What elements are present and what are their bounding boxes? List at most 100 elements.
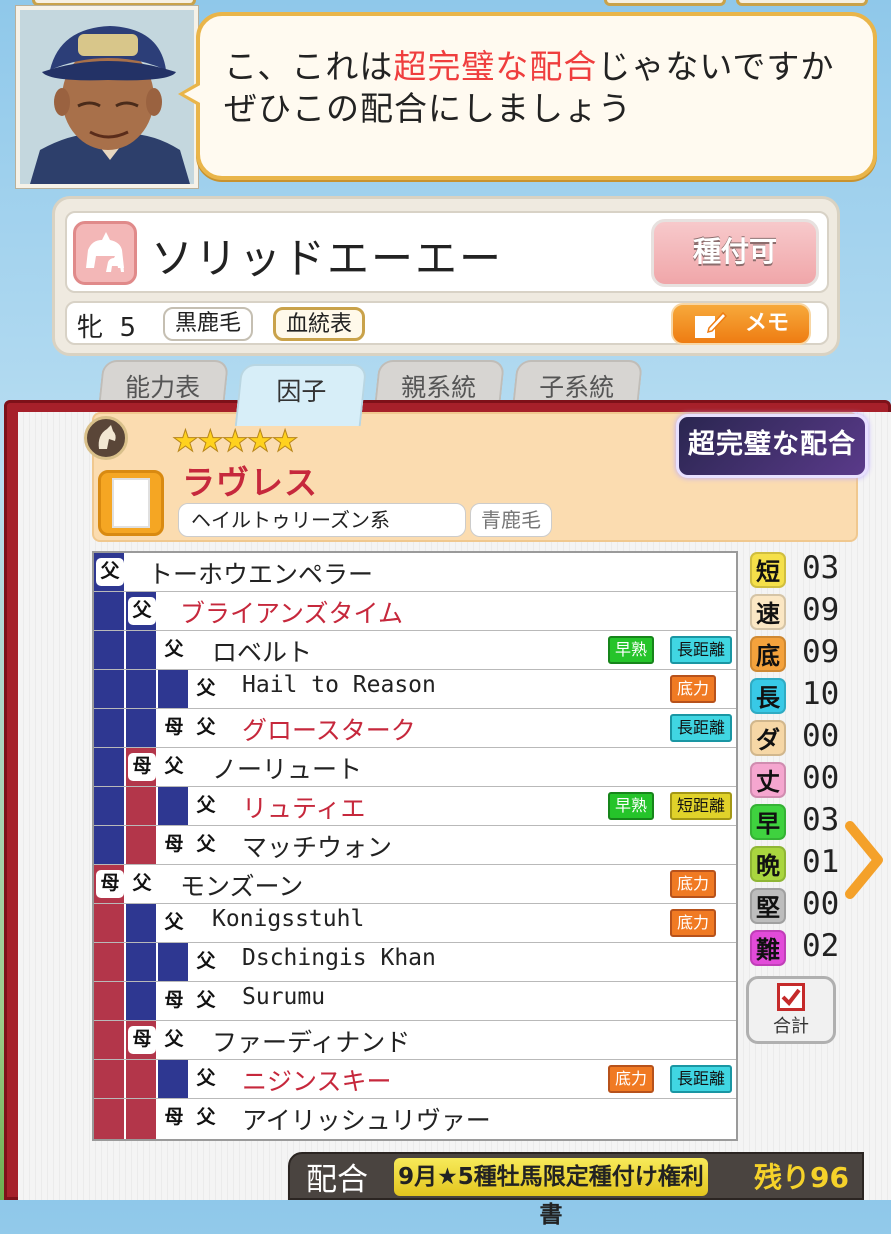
- pedigree-row[interactable]: 父 ニジンスキー 底力 長距離: [94, 1060, 736, 1099]
- stat-value: 02: [802, 928, 840, 964]
- factor-badge: 底力: [608, 1065, 655, 1093]
- horse-name-cell: トーホウエンペラー: [148, 560, 374, 589]
- stat-value: 03: [802, 802, 840, 838]
- factor-badge: 短距離: [670, 792, 733, 820]
- horse-name-cell: Hail to Reason: [242, 672, 436, 698]
- stat-value: 09: [802, 592, 840, 628]
- pedigree-row[interactable]: 母 父 Surumu: [94, 982, 736, 1021]
- horse-sub-info: 牝 5 黒鹿毛 血統表 メモ: [65, 301, 829, 345]
- horse-info-panel: ソリッドエーエー 種付可 牝 5 黒鹿毛 血統表 メモ: [52, 196, 840, 356]
- horse-name-cell: アイリッシュリヴァー: [242, 1106, 491, 1135]
- pedigree-row[interactable]: 母 父 ノーリュート: [94, 748, 736, 787]
- factor-badge: 早熟: [608, 792, 655, 820]
- sire-coat: 青鹿毛: [470, 503, 552, 537]
- sire-name: ラヴレス: [182, 463, 318, 502]
- pedigree-row[interactable]: 父 リュティエ 早熟 短距離: [94, 787, 736, 826]
- stat-value: 00: [802, 718, 840, 754]
- stat-label: 堅: [750, 888, 786, 924]
- horse-name-cell: マッチウォン: [242, 833, 393, 862]
- factor-badge: 長距離: [670, 636, 733, 664]
- horse-name-cell: Surumu: [242, 984, 326, 1010]
- pedigree-table: 父 トーホウエンペラー 父 ブライアンズタイム 父 ロベルト 早熟 長距離 父 …: [92, 551, 738, 1141]
- memo-pencil-icon: [695, 311, 727, 338]
- mother-mark: 母: [128, 1026, 156, 1054]
- stat-label: 長: [750, 678, 786, 714]
- speech-highlight: 超完璧な配合: [393, 47, 598, 86]
- mare-foal-icon: [73, 221, 137, 285]
- mother-mark: 母: [160, 714, 188, 742]
- horse-coat: 黒鹿毛: [163, 307, 254, 341]
- memo-button[interactable]: メモ: [671, 303, 811, 345]
- pedigree-row[interactable]: 母 父 アイリッシュリヴァー: [94, 1099, 736, 1138]
- stat-value: 10: [802, 676, 840, 712]
- horse-sex-age: 牝 5: [77, 313, 137, 343]
- father-mark: 父: [192, 792, 220, 820]
- sire-line: ヘイルトゥリーズン系: [178, 503, 466, 537]
- mother-mark: 母: [160, 831, 188, 859]
- horse-name-cell: ブライアンズタイム: [180, 599, 404, 628]
- horse-name-cell: Konigsstuhl: [212, 906, 365, 932]
- mother-mark: 母: [160, 1104, 188, 1132]
- speech-line-1: こ、これは超完璧な配合じゃないですか: [224, 47, 835, 86]
- remaining-count: 残り96: [754, 1161, 849, 1194]
- top-tab-remnant[interactable]: [736, 0, 868, 6]
- perfect-match-badge[interactable]: 超完璧な配合: [676, 414, 868, 478]
- stat-value: 03: [802, 550, 840, 586]
- stallion-badge-icon: [84, 416, 128, 460]
- stat-label: ダ: [750, 720, 786, 756]
- horse-name-cell: ニジンスキー: [242, 1067, 392, 1096]
- pedigree-row[interactable]: 父 Dschingis Khan: [94, 943, 736, 982]
- stat-value: 00: [802, 886, 840, 922]
- factor-badge: 早熟: [608, 636, 655, 664]
- pedigree-row[interactable]: 父 Konigsstuhl 底力: [94, 904, 736, 943]
- father-mark: 父: [192, 987, 220, 1015]
- top-tab-remnant[interactable]: [604, 0, 726, 6]
- pedigree-row[interactable]: 父 トーホウエンペラー: [94, 553, 736, 592]
- horse-name-cell: グロースターク: [242, 716, 416, 745]
- stat-label: 速: [750, 594, 786, 630]
- stat-label: 底: [750, 636, 786, 672]
- father-mark: 父: [160, 909, 188, 937]
- father-mark: 父: [192, 714, 220, 742]
- mother-mark: 母: [128, 753, 156, 781]
- horse-name-cell: モンズーン: [180, 872, 304, 901]
- mother-mark: 母: [160, 987, 188, 1015]
- breeding-ticket[interactable]: 9月★5種牡馬限定種付け権利書: [394, 1158, 708, 1228]
- next-arrow-icon[interactable]: [844, 820, 884, 900]
- father-mark: 父: [96, 558, 124, 586]
- factor-badge: 底力: [670, 870, 717, 898]
- total-label: 合計: [773, 1016, 809, 1037]
- pedigree-row[interactable]: 母 父 マッチウォン: [94, 826, 736, 865]
- pedigree-row[interactable]: 母 父 モンズーン 底力: [94, 865, 736, 904]
- horse-name-box: ソリッドエーエー 種付可: [65, 211, 829, 293]
- father-mark: 父: [160, 1026, 188, 1054]
- pedigree-row[interactable]: 母 父 グロースターク 長距離: [94, 709, 736, 748]
- speech-tail-inner: [184, 84, 202, 104]
- pedigree-chart-button[interactable]: 血統表: [273, 307, 366, 341]
- speech-line-2: ぜひこの配合にしましょう: [224, 89, 632, 128]
- father-mark: 父: [160, 753, 188, 781]
- pedigree-row[interactable]: 父 Hail to Reason 底力: [94, 670, 736, 709]
- stat-value: 01: [802, 844, 840, 880]
- horse-name-cell: ロベルト: [212, 638, 313, 667]
- pedigree-row[interactable]: 父 ロベルト 早熟 長距離: [94, 631, 736, 670]
- stat-label: 早: [750, 804, 786, 840]
- factor-badge: 長距離: [670, 714, 733, 742]
- check-icon: [777, 983, 805, 1011]
- father-mark: 父: [128, 597, 156, 625]
- father-mark: 父: [160, 636, 188, 664]
- stat-label: 短: [750, 552, 786, 588]
- horse-name: ソリッドエーエー: [151, 234, 504, 283]
- pedigree-row[interactable]: 父 ブライアンズタイム: [94, 592, 736, 631]
- father-mark: 父: [192, 675, 220, 703]
- father-mark: 父: [192, 1065, 220, 1093]
- horse-name-cell: リュティエ: [242, 794, 366, 823]
- horse-name-cell: Dschingis Khan: [242, 945, 436, 971]
- stat-value: 09: [802, 634, 840, 670]
- breeding-available-button[interactable]: 種付可: [651, 219, 819, 287]
- pedigree-row[interactable]: 母 父 ファーディナンド: [94, 1021, 736, 1060]
- tab-factor[interactable]: 因子: [234, 364, 368, 426]
- horse-name-cell: ファーディナンド: [212, 1028, 411, 1057]
- speech-bubble: こ、これは超完璧な配合じゃないですか ぜひこの配合にしましょう: [196, 12, 877, 180]
- stat-label: 難: [750, 930, 786, 966]
